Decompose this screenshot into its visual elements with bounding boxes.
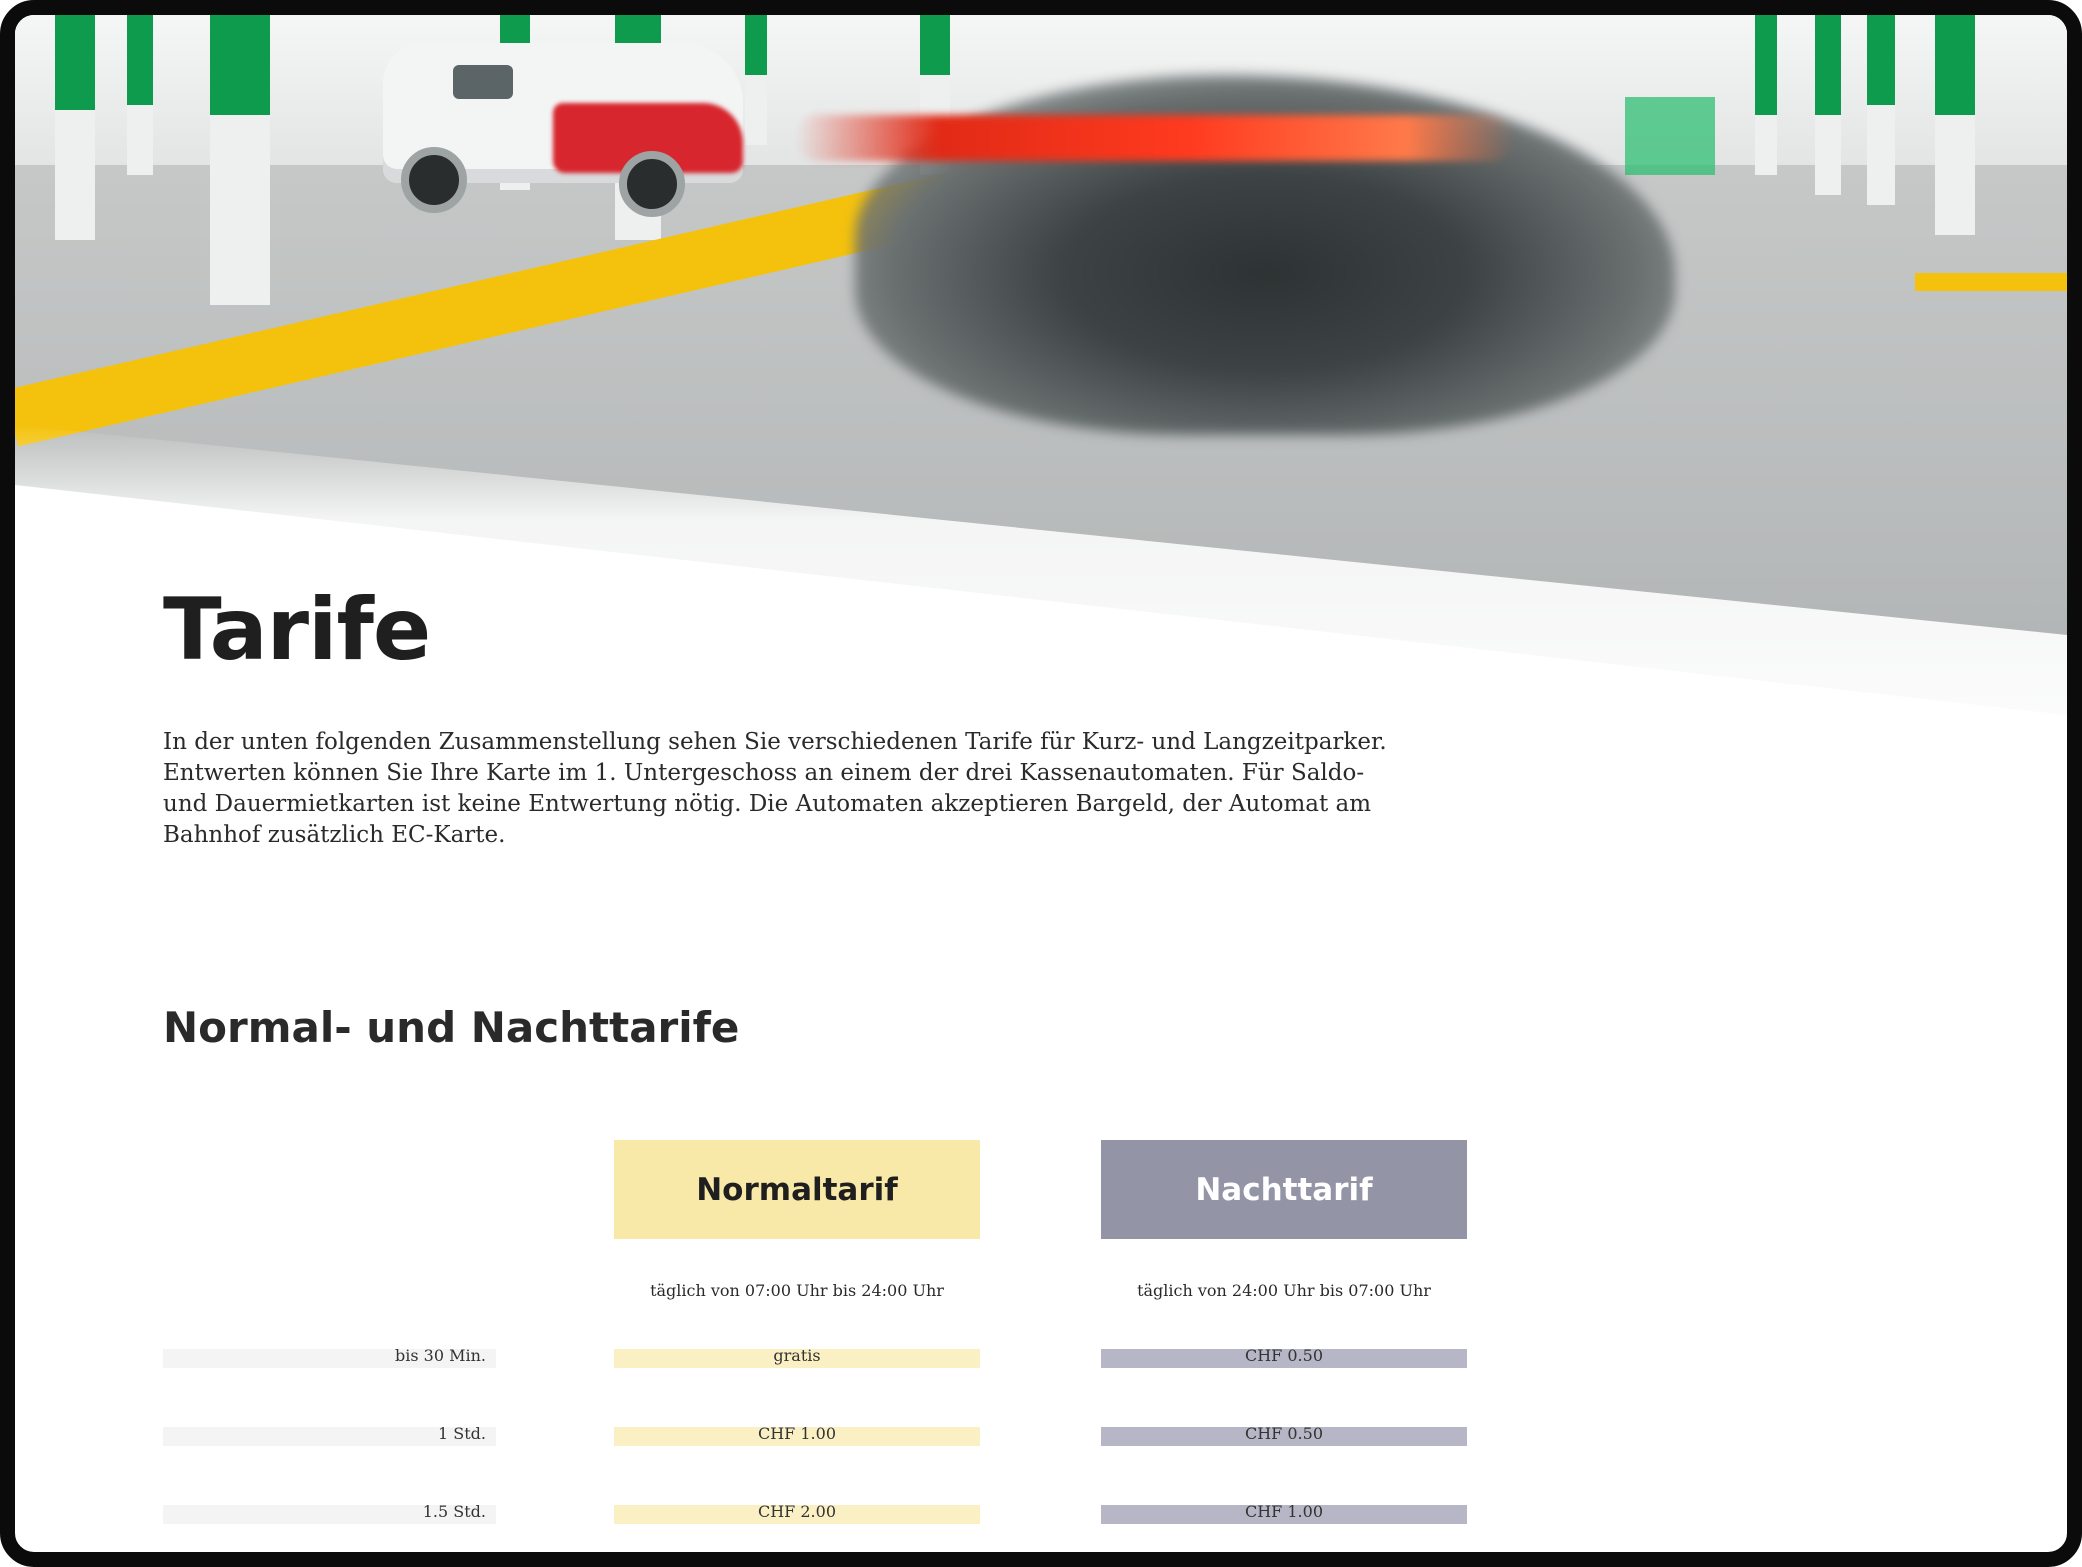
row-normal-price: gratis [773,1346,821,1365]
row-normal-price: CHF 1.00 [757,1424,836,1443]
night-tariff-hours: täglich von 24:00 Uhr bis 07:00 Uhr [1137,1281,1431,1300]
page-title: Tarife [163,580,431,680]
row-duration: 1 Std. [438,1424,486,1443]
normal-tariff-hours: täglich von 07:00 Uhr bis 24:00 Uhr [650,1281,944,1300]
row-duration: 1.5 Std. [422,1502,486,1521]
intro-text: In der unten folgenden Zusammenstellung … [163,729,1387,848]
night-tariff-label: Nachttarif [1195,1171,1373,1208]
normal-tariff-header: Normaltarif [614,1140,980,1239]
row-night-price: CHF 0.50 [1244,1346,1323,1365]
row-night-price: CHF 1.00 [1244,1502,1323,1521]
row-normal-price: CHF 2.00 [757,1502,836,1521]
section-title: Normal- und Nachttarife [163,1003,740,1052]
row-duration: bis 30 Min. [395,1346,486,1365]
normal-tariff-label: Normaltarif [696,1171,898,1208]
browser-frame: Tarife In der unten folgenden Zusammenst… [0,0,2082,1567]
night-tariff-header: Nachttarif [1101,1140,1467,1239]
row-night-price: CHF 0.50 [1244,1424,1323,1443]
